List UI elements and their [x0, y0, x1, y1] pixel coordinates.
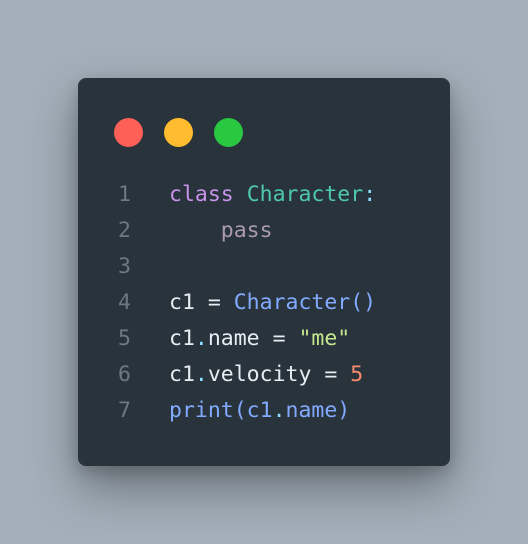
line-source: class Character: — [169, 177, 376, 213]
code-token: name) — [285, 398, 351, 423]
code-token: pass — [220, 218, 273, 243]
line-source: c1.name = "me" — [169, 321, 350, 357]
close-button[interactable] — [114, 118, 143, 147]
maximize-button[interactable] — [214, 118, 243, 147]
code-line: 5 c1.name = "me" — [78, 321, 450, 357]
code-token: c1 — [169, 362, 195, 387]
code-token: "me" — [298, 326, 351, 351]
line-number: 1 — [118, 182, 131, 207]
line-source: print(c1.name) — [169, 393, 350, 429]
code-token: print(c1 — [169, 398, 273, 423]
code-line: 4 c1 = Character() — [78, 285, 450, 321]
code-token: . — [272, 398, 286, 423]
code-token: class — [169, 182, 234, 207]
code-token: velocity = — [207, 362, 351, 387]
code-block: 1 class Character: 2 pass 3 4 c1 = Character(… — [78, 177, 450, 429]
code-token: 5 — [350, 362, 364, 387]
line-source: c1.velocity = 5 — [169, 357, 363, 393]
line-source: pass — [169, 213, 273, 249]
line-number: 4 — [118, 290, 131, 315]
code-token: Character() — [233, 290, 377, 315]
code-line: 7 print(c1.name) — [78, 393, 450, 429]
code-line: 2 pass — [78, 213, 450, 249]
code-token: . — [194, 362, 208, 387]
line-number: 3 — [118, 254, 131, 279]
code-token: . — [194, 326, 208, 351]
line-number: 5 — [118, 326, 131, 351]
code-line: 1 class Character: — [78, 177, 450, 213]
minimize-button[interactable] — [164, 118, 193, 147]
code-token: c1 = — [169, 290, 234, 315]
line-number: 7 — [118, 398, 131, 423]
window-controls — [114, 118, 243, 147]
code-token: c1 — [169, 326, 195, 351]
line-number: 6 — [118, 362, 131, 387]
code-token: Character — [246, 182, 364, 207]
code-window: 1 class Character: 2 pass 3 4 c1 = Character(… — [78, 78, 450, 466]
line-source: c1 = Character() — [169, 285, 376, 321]
line-number: 2 — [118, 218, 131, 243]
code-line: 3 — [78, 249, 450, 285]
code-token: name = — [207, 326, 299, 351]
code-line: 6 c1.velocity = 5 — [78, 357, 450, 393]
code-token: : — [363, 182, 377, 207]
